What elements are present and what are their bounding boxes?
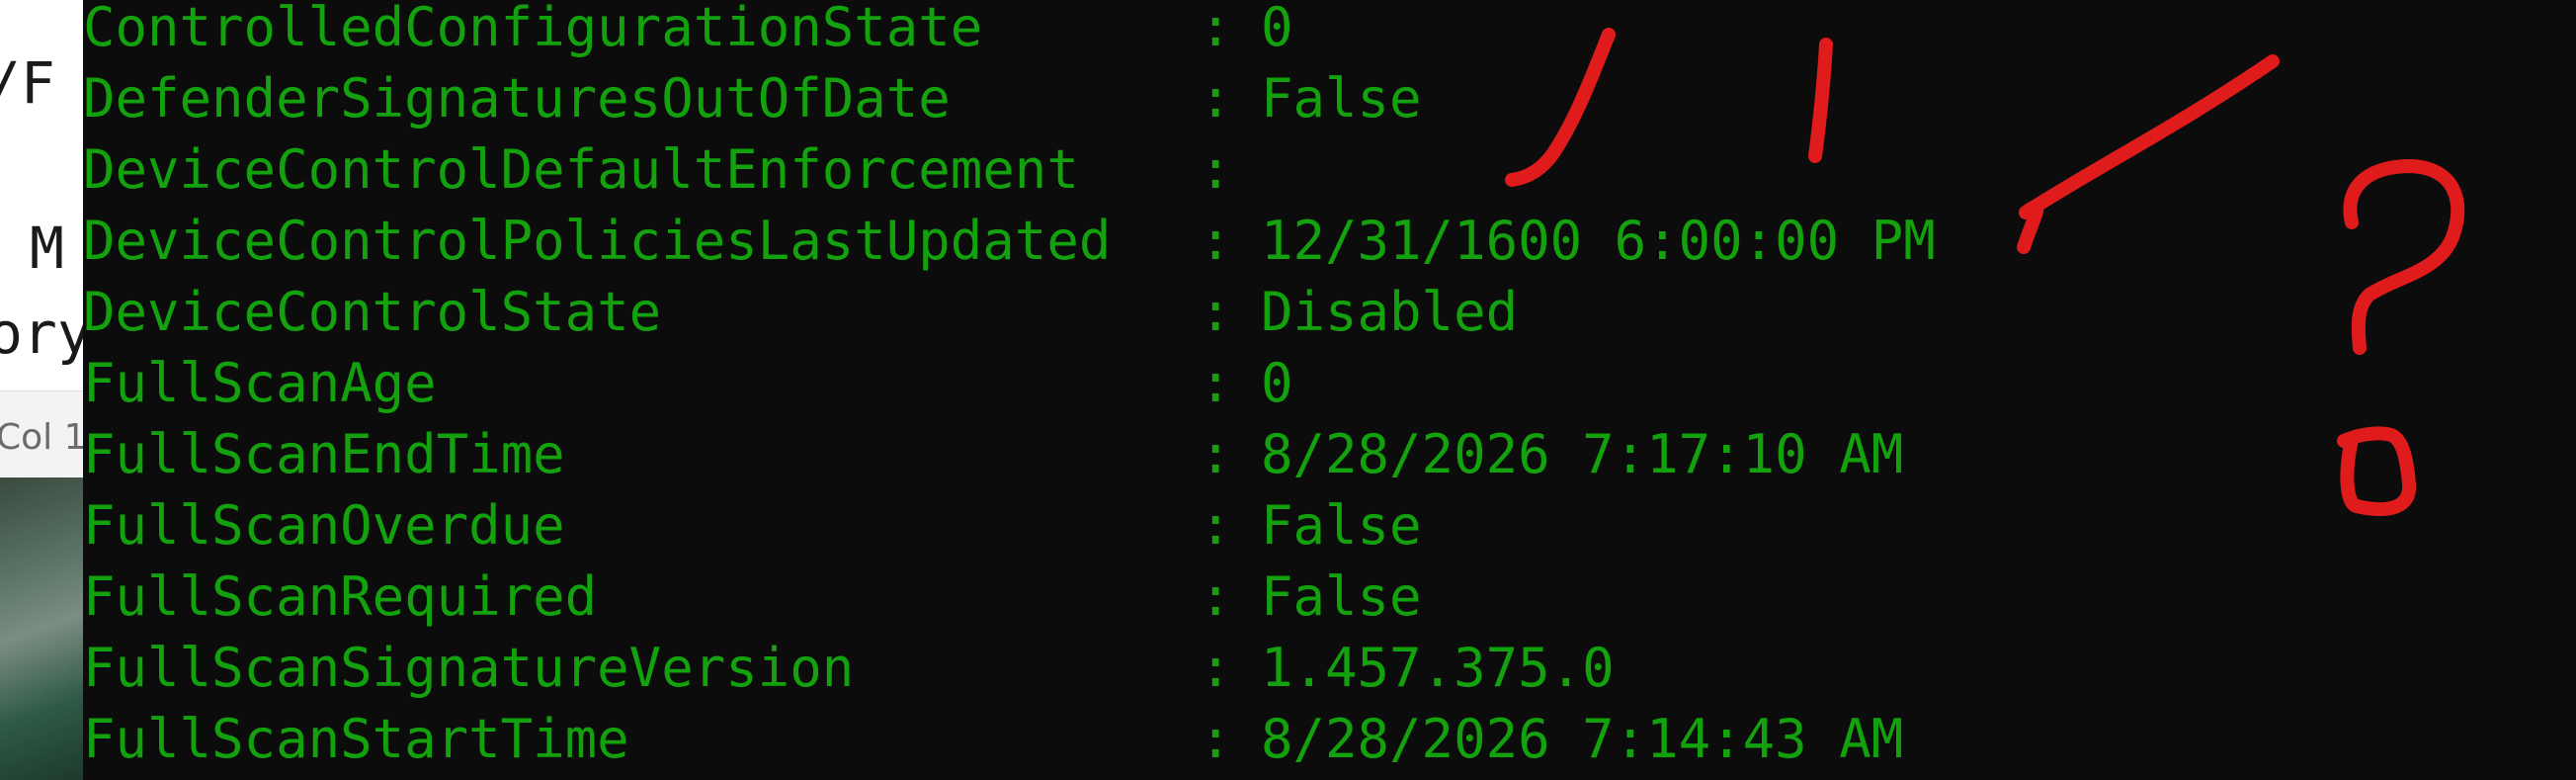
output-row: FullScanEndTime : 8/28/2026 7:17:10 AM bbox=[83, 419, 1903, 490]
background-text-fragment: ory bbox=[0, 300, 83, 367]
property-name: ControlledConfigurationState bbox=[83, 0, 983, 58]
property-separator: : bbox=[1200, 0, 1232, 58]
output-row: ControlledConfigurationState : 0 bbox=[83, 0, 1293, 63]
property-value: False bbox=[1261, 67, 1422, 130]
property-value: 8/28/2026 7:14:43 AM bbox=[1261, 708, 1904, 770]
property-value: Disabled bbox=[1261, 281, 1519, 343]
property-value: 8/28/2026 7:17:10 AM bbox=[1261, 423, 1904, 485]
property-separator: : bbox=[1200, 708, 1232, 770]
output-row: FullScanOverdue : False bbox=[83, 490, 1422, 562]
background-text-fragment: M bbox=[30, 215, 64, 282]
background-status-bar: Col 1 bbox=[0, 390, 83, 478]
property-separator: : bbox=[1200, 352, 1232, 414]
output-row: FullScanStartTime : 8/28/2026 7:14:43 AM bbox=[83, 704, 1903, 775]
property-separator: : bbox=[1200, 565, 1232, 628]
property-separator: : bbox=[1200, 281, 1232, 343]
property-separator: : bbox=[1200, 423, 1232, 485]
output-row: DeviceControlPoliciesLastUpdated : 12/31… bbox=[83, 206, 1936, 277]
property-separator: : bbox=[1200, 494, 1232, 557]
property-value: 1.457.375.0 bbox=[1261, 637, 1615, 699]
output-row: FullScanAge : 0 bbox=[83, 348, 1293, 419]
property-separator: : bbox=[1200, 210, 1232, 272]
property-name: DeviceControlState bbox=[83, 281, 662, 343]
property-name: DeviceControlPoliciesLastUpdated bbox=[83, 210, 1112, 272]
output-row: FullScanSignatureVersion : 1.457.375.0 bbox=[83, 633, 1615, 704]
property-value: 0 bbox=[1261, 0, 1293, 58]
property-value: 0 bbox=[1261, 352, 1293, 414]
property-separator: : bbox=[1200, 67, 1232, 130]
property-value: False bbox=[1261, 494, 1422, 557]
output-row: DeviceControlState : Disabled bbox=[83, 277, 1518, 348]
property-separator: : bbox=[1200, 138, 1232, 201]
property-value: 12/31/1600 6:00:00 PM bbox=[1261, 210, 1936, 272]
property-value: False bbox=[1261, 565, 1422, 628]
output-row: DeviceControlDefaultEnforcement : bbox=[83, 134, 1232, 206]
property-name: FullScanAge bbox=[83, 352, 437, 414]
property-name: FullScanStartTime bbox=[83, 708, 629, 770]
cursor-position-label: Col 1 bbox=[0, 417, 83, 458]
background-photo bbox=[0, 477, 83, 780]
background-editor-window[interactable]: /F M ory Col 1 bbox=[0, 0, 83, 780]
property-name: DeviceControlDefaultEnforcement bbox=[83, 138, 1079, 201]
property-name: FullScanEndTime bbox=[83, 423, 565, 485]
property-name: FullScanRequired bbox=[83, 565, 598, 628]
background-text-fragment: /F bbox=[0, 49, 55, 117]
property-name: FullScanSignatureVersion bbox=[83, 637, 855, 699]
property-name: FullScanOverdue bbox=[83, 494, 565, 557]
property-name: DefenderSignaturesOutOfDate bbox=[83, 67, 951, 130]
property-separator: : bbox=[1200, 637, 1232, 699]
output-row: DefenderSignaturesOutOfDate : False bbox=[83, 63, 1422, 134]
output-row: FullScanRequired : False bbox=[83, 562, 1422, 633]
screen: /F M ory Col 1 ControlledConfigurationSt… bbox=[0, 0, 2576, 780]
terminal-window[interactable]: ControlledConfigurationState : 0 Defende… bbox=[83, 0, 2576, 780]
